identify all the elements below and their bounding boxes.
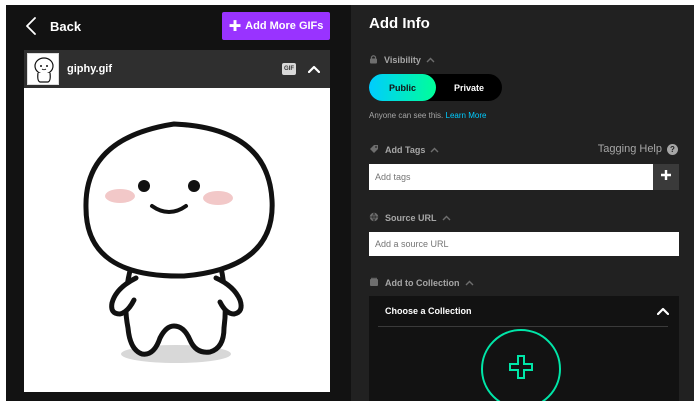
app-window: Back ✚ Add More GIFs giphy.gif GIF Add I…	[6, 5, 694, 401]
source-url-label: Source URL	[385, 213, 437, 223]
gif-badge: GIF	[282, 63, 296, 75]
source-url-input[interactable]	[369, 232, 679, 256]
chevron-left-icon	[26, 17, 36, 35]
back-button[interactable]: Back	[26, 15, 81, 37]
back-label: Back	[50, 18, 82, 34]
visibility-public-option[interactable]: Public	[369, 74, 436, 101]
visibility-toggle: Public Private	[369, 74, 502, 101]
collection-section-label[interactable]: Add to Collection	[369, 277, 480, 289]
chevron-up-icon	[465, 278, 480, 288]
add-more-gifs-label: Add More GIFs	[245, 20, 324, 32]
gif-character-illustration	[83, 121, 275, 363]
panel-title: Add Info	[369, 15, 430, 32]
gif-preview-panel: Back ✚ Add More GIFs giphy.gif GIF	[6, 5, 351, 401]
add-tags-label: Add Tags	[385, 145, 426, 155]
chevron-up-icon	[442, 213, 457, 223]
tagging-help-link[interactable]: Tagging Help ?	[598, 143, 678, 155]
add-info-panel: Add Info Visibility Public Private Anyon…	[351, 5, 694, 401]
visibility-private-option[interactable]: Private	[436, 74, 502, 101]
tags-section-label[interactable]: Add Tags	[369, 144, 445, 156]
tag-icon	[369, 144, 385, 156]
add-to-collection-label: Add to Collection	[385, 278, 460, 288]
new-collection-button[interactable]	[481, 329, 561, 401]
visibility-section-label[interactable]: Visibility	[369, 54, 441, 66]
visibility-note-text: Anyone can see this.	[369, 111, 444, 120]
add-tag-button[interactable]	[653, 164, 679, 190]
gif-card: giphy.gif GIF	[24, 50, 330, 392]
collection-icon	[369, 277, 385, 289]
visibility-label: Visibility	[384, 55, 421, 65]
gif-thumbnail	[27, 53, 59, 85]
source-section-label[interactable]: Source URL	[369, 212, 457, 224]
gif-preview-image	[24, 88, 330, 392]
globe-icon	[369, 212, 385, 224]
visibility-note: Anyone can see this. Learn More	[369, 111, 486, 120]
gif-file-name: giphy.gif	[67, 63, 113, 75]
chevron-up-icon	[657, 307, 669, 315]
help-icon: ?	[667, 143, 678, 155]
chevron-up-icon[interactable]	[306, 61, 322, 77]
tags-input[interactable]	[369, 164, 653, 190]
learn-more-link[interactable]: Learn More	[446, 111, 487, 120]
chevron-up-icon	[426, 55, 441, 65]
divider	[378, 326, 668, 327]
collection-picker-header[interactable]: Choose a Collection	[369, 296, 679, 326]
add-more-gifs-button[interactable]: ✚ Add More GIFs	[222, 12, 330, 40]
plus-icon: ✚	[228, 17, 242, 35]
tagging-help-label: Tagging Help	[597, 143, 662, 155]
collection-picker: Choose a Collection	[369, 296, 679, 401]
chevron-up-icon	[430, 145, 445, 155]
gif-card-header: giphy.gif GIF	[24, 50, 330, 88]
choose-collection-label: Choose a Collection	[385, 306, 472, 316]
plus-icon	[660, 168, 672, 186]
plus-icon	[508, 354, 534, 385]
lock-icon	[369, 54, 384, 66]
